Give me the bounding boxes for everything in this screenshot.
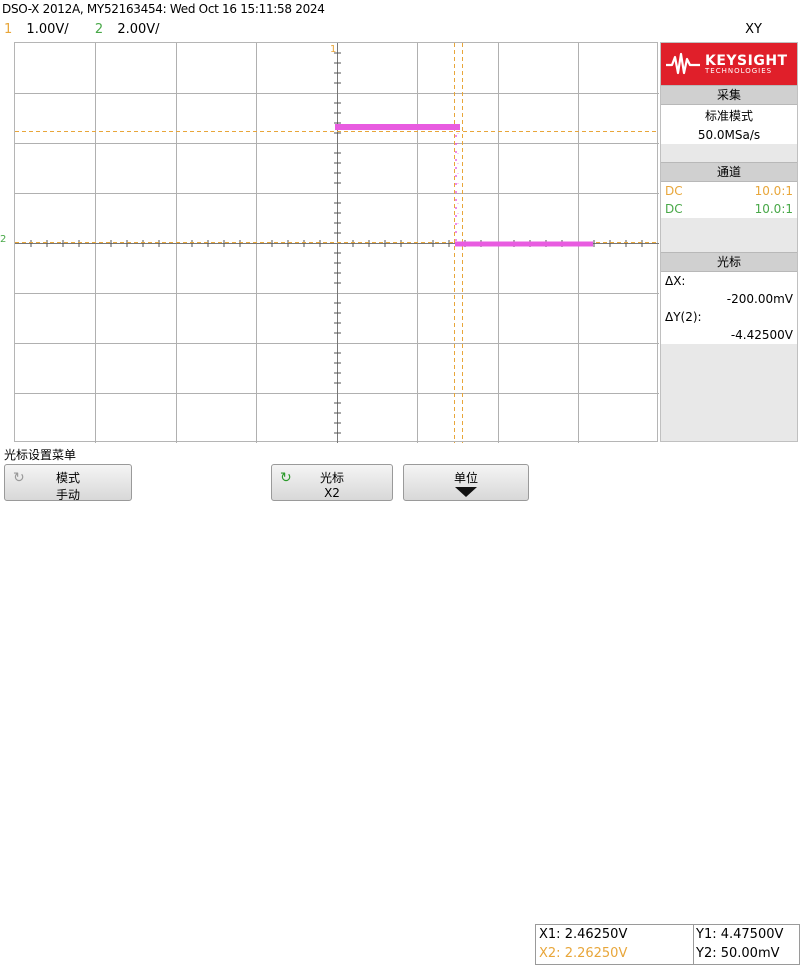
ch2-probe: 10.0:1	[754, 202, 793, 216]
cursor-softkey[interactable]: ↻ 光标 X2	[271, 464, 393, 501]
brand-sub: TECHNOLOGIES	[705, 66, 773, 75]
unit-softkey[interactable]: 单位	[403, 464, 529, 501]
ch1-probe: 10.0:1	[754, 184, 793, 198]
cursor-value: X2	[324, 486, 340, 500]
graticule-svg	[15, 43, 659, 443]
acq-section: 标准模式 50.0MSa/s	[661, 105, 797, 144]
side-panel: KEYSIGHT TECHNOLOGIES 采集 标准模式 50.0MSa/s …	[660, 42, 798, 442]
dy-label: ΔY(2):	[665, 310, 702, 324]
cursor-readouts: X1: 2.46250V X2: 2.26250V Y1: 4.47500V Y…	[535, 924, 800, 965]
ch2-scale: 2.00V/	[117, 22, 160, 37]
mode-label: 模式	[55, 471, 80, 485]
ch1-scale: 1.00V/	[26, 22, 69, 37]
chevron-down-icon	[404, 486, 528, 501]
keysight-wave-icon	[666, 52, 700, 75]
cursor-label: 光标	[319, 471, 344, 485]
unit-label: 单位	[453, 471, 478, 485]
cursor-section: ΔX: -200.00mV ΔY(2): -4.42500V	[661, 272, 797, 344]
mode-value: 手动	[55, 488, 80, 502]
xy-trace	[335, 124, 593, 247]
acq-mode: 标准模式	[704, 109, 753, 123]
dy-value: -4.42500V	[730, 328, 793, 342]
mode-softkey[interactable]: ↻ 模式 手动	[4, 464, 132, 502]
acq-title: 采集	[661, 85, 797, 105]
acq-rate: 50.0MSa/s	[697, 128, 761, 142]
ch2-ground-marker: 2	[0, 234, 7, 245]
y1-readout: Y1: 4.47500V	[696, 927, 784, 942]
display-mode: XY	[745, 22, 762, 37]
ch1-number: 1	[4, 22, 13, 37]
ch1-ground-marker: 1	[330, 44, 337, 55]
keysight-logo: KEYSIGHT TECHNOLOGIES	[661, 43, 797, 85]
channel-scales: 1 1.00V/ 2 2.00V/	[4, 22, 160, 37]
window-title: DSO-X 2012A, MY52163454: Wed Oct 16 15:1…	[2, 2, 325, 16]
ch1-coupling: DC	[665, 184, 683, 198]
brand-name: KEYSIGHT	[705, 52, 788, 69]
ch2-number: 2	[94, 22, 104, 37]
scope-graticule[interactable]	[14, 42, 659, 443]
cursor-title: 光标	[661, 252, 797, 272]
channel-title: 通道	[661, 162, 797, 182]
channel-section: DC 10.0:1 DC 10.0:1	[661, 182, 797, 218]
softkey-bar: ↻ 模式 手动 ↻ 光标 X2 单位 X1: 2.46250V X2: 2.26…	[0, 462, 800, 965]
dx-value: -200.00mV	[726, 292, 793, 306]
menu-label: 光标设置菜单	[4, 448, 77, 462]
dx-label: ΔX:	[665, 274, 686, 288]
y2-readout: Y2: 50.00mV	[696, 946, 780, 961]
x2-readout: X2: 2.26250V	[539, 946, 628, 961]
x1-readout: X1: 2.46250V	[539, 927, 628, 942]
ch2-coupling: DC	[665, 202, 683, 216]
